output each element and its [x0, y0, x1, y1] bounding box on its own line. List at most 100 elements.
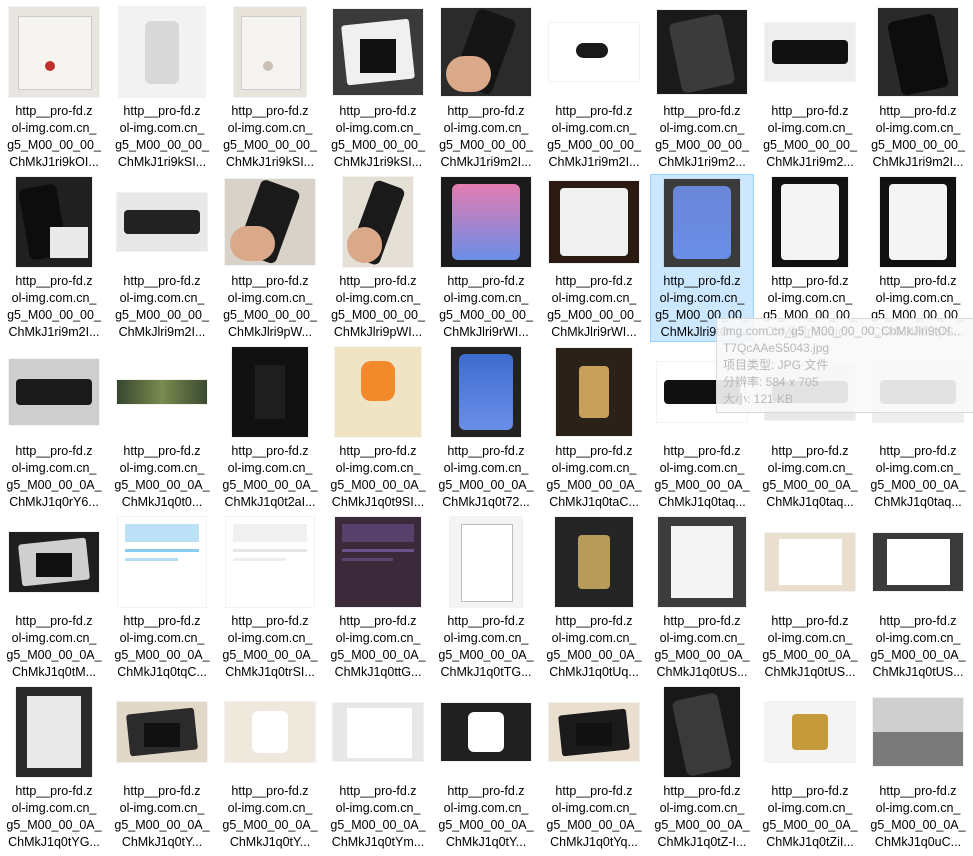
file-item[interactable]: http__pro-fd.z ol-img.com.cn_ g5_M00_00_00…	[326, 174, 430, 342]
file-name-line: http__pro-fd.z	[339, 444, 417, 458]
file-item[interactable]: http__pro-fd.z ol-img.com.cn_ g5_M00_00_0A…	[434, 514, 538, 682]
file-item[interactable]: http__pro-fd.z ol-img.com.cn_ g5_M00_00_0A…	[434, 684, 538, 852]
file-item[interactable]: http__pro-fd.z ol-img.com.cn_ g5_M00_00_00…	[434, 174, 538, 342]
image-thumbnail	[549, 23, 639, 81]
file-item[interactable]: http__pro-fd.z ol-img.com.cn_ g5_M00_00_0A…	[218, 684, 322, 852]
file-item[interactable]: http__pro-fd.z ol-img.com.cn_ g5_M00_00_00…	[650, 174, 754, 342]
file-name: http__pro-fd.z ol-img.com.cn_ g5_M00_00_0A…	[326, 613, 430, 681]
file-item[interactable]: http__pro-fd.z ol-img.com.cn_ g5_M00_00_0A…	[110, 684, 214, 852]
file-item[interactable]: http__pro-fd.z ol-img.com.cn_ g5_M00_00_0A…	[650, 344, 754, 512]
file-item[interactable]: http__pro-fd.z ol-img.com.cn_ g5_M00_00_0A…	[650, 514, 754, 682]
file-item[interactable]: http__pro-fd.z ol-img.com.cn_ g5_M00_00_00…	[2, 174, 106, 342]
image-thumbnail	[765, 533, 855, 591]
file-item[interactable]: http__pro-fd.z ol-img.com.cn_ g5_M00_00_00…	[542, 174, 646, 342]
file-name-line: http__pro-fd.z	[879, 614, 957, 628]
file-item[interactable]: http__pro-fd.z ol-img.com.cn_ g5_M00_00_0A…	[218, 344, 322, 512]
file-name-line: ol-img.com.cn_	[335, 461, 421, 475]
file-item[interactable]: http__pro-fd.z ol-img.com.cn_ g5_M00_00_0A…	[110, 344, 214, 512]
file-name-line: ChMkJlri9rWI...	[443, 325, 529, 339]
file-item[interactable]: http__pro-fd.z ol-img.com.cn_ g5_M00_00_0A…	[542, 684, 646, 852]
file-item[interactable]: http__pro-fd.z ol-img.com.cn_ g5_M00_00_00…	[110, 4, 214, 172]
file-item[interactable]: http__pro-fd.z ol-img.com.cn_ g5_M00_00_00…	[326, 4, 430, 172]
thumbnail-shape	[671, 526, 733, 598]
file-item[interactable]: http__pro-fd.z ol-img.com.cn_ g5_M00_00_0A…	[2, 514, 106, 682]
image-thumbnail	[441, 177, 531, 267]
file-item[interactable]: http__pro-fd.z ol-img.com.cn_ g5_M00_00_00…	[218, 174, 322, 342]
file-item[interactable]: http__pro-fd.z ol-img.com.cn_ g5_M00_00_00…	[542, 4, 646, 172]
file-name-line: g5_M00_00_0A_	[870, 478, 966, 492]
file-name-line: g5_M00_00_00_	[223, 138, 317, 152]
file-name-line: ol-img.com.cn_	[875, 121, 961, 135]
file-item[interactable]: http__pro-fd.z ol-img.com.cn_ g5_M00_00_0A…	[758, 344, 862, 512]
file-name-line: ol-img.com.cn_	[659, 631, 745, 645]
file-item[interactable]: http__pro-fd.z ol-img.com.cn_ g5_M00_00_0A…	[218, 514, 322, 682]
file-item[interactable]: http__pro-fd.z ol-img.com.cn_ g5_M00_00_0A…	[866, 514, 970, 682]
file-item[interactable]: http__pro-fd.z ol-img.com.cn_ g5_M00_00_0A…	[326, 344, 430, 512]
file-item[interactable]: http__pro-fd.z ol-img.com.cn_ g5_M00_00_0A…	[2, 684, 106, 852]
file-name: http__pro-fd.z ol-img.com.cn_ g5_M00_00_00…	[650, 103, 754, 171]
thumbnail-frame	[436, 174, 536, 270]
file-item[interactable]: http__pro-fd.z ol-img.com.cn_ g5_M00_00_00…	[2, 4, 106, 172]
file-item[interactable]: http__pro-fd.z ol-img.com.cn_ g5_M00_00_0A…	[434, 344, 538, 512]
thumbnail-shape	[341, 557, 394, 561]
thumbnail-frame	[4, 4, 104, 100]
file-item[interactable]: http__pro-fd.z ol-img.com.cn_ g5_M00_00_0A…	[866, 684, 970, 852]
file-name-line: ol-img.com.cn_	[119, 801, 205, 815]
file-item[interactable]: http__pro-fd.z ol-img.com.cn_ g5_M00_00_0A…	[2, 344, 106, 512]
file-item[interactable]: http__pro-fd.z ol-img.com.cn_ g5_M00_00_00…	[758, 4, 862, 172]
file-item[interactable]: http__pro-fd.z ol-img.com.cn_ g5_M00_00_00…	[434, 4, 538, 172]
file-item[interactable]: http__pro-fd.z ol-img.com.cn_ g5_M00_00_0A…	[110, 514, 214, 682]
file-item[interactable]: http__pro-fd.z ol-img.com.cn_ g5_M00_00_0A…	[542, 514, 646, 682]
file-item[interactable]: http__pro-fd.z ol-img.com.cn_ g5_M00_00_00…	[866, 4, 970, 172]
file-name-line: g5_M00_00_0A_	[6, 478, 102, 492]
file-item[interactable]: http__pro-fd.z ol-img.com.cn_ g5_M00_00_00…	[866, 174, 970, 342]
file-item[interactable]: http__pro-fd.z ol-img.com.cn_ g5_M00_00_0A…	[650, 684, 754, 852]
file-name-line: g5_M00_00_00_	[439, 308, 533, 322]
thumbnail-shape	[445, 56, 491, 92]
file-name: http__pro-fd.z ol-img.com.cn_ g5_M00_00_0A…	[110, 443, 214, 511]
thumbnail-frame	[544, 684, 644, 780]
file-name-line: http__pro-fd.z	[123, 274, 201, 288]
file-item[interactable]: http__pro-fd.z ol-img.com.cn_ g5_M00_00_0A…	[542, 344, 646, 512]
image-thumbnail	[234, 7, 306, 97]
file-item[interactable]: http__pro-fd.z ol-img.com.cn_ g5_M00_00_0A…	[326, 514, 430, 682]
file-name-line: http__pro-fd.z	[879, 104, 957, 118]
file-name-line: g5_M00_00_0A_	[654, 478, 750, 492]
file-name-line: ChMkJ1q0tYm...	[331, 835, 425, 849]
file-name-line: g5_M00_00_00_	[871, 138, 965, 152]
image-thumbnail	[450, 517, 522, 607]
file-name: http__pro-fd.z ol-img.com.cn_ g5_M00_00_0A…	[434, 443, 538, 511]
file-item[interactable]: http__pro-fd.z ol-img.com.cn_ g5_M00_00_00…	[650, 4, 754, 172]
file-name: http__pro-fd.z ol-img.com.cn_ g5_M00_00_00…	[326, 273, 430, 341]
image-thumbnail	[118, 517, 206, 607]
thumbnail-shape	[468, 711, 504, 753]
file-name-line: ol-img.com.cn_	[659, 801, 745, 815]
file-item[interactable]: http__pro-fd.z ol-img.com.cn_ g5_M00_00_0A…	[758, 684, 862, 852]
thumbnail-frame	[652, 175, 752, 270]
file-item[interactable]: http__pro-fd.z ol-img.com.cn_ g5_M00_00_0A…	[326, 684, 430, 852]
file-name-line: g5_M00_00_0A_	[546, 648, 642, 662]
file-item[interactable]: http__pro-fd.z ol-img.com.cn_ g5_M00_00_00…	[110, 174, 214, 342]
image-thumbnail	[9, 7, 99, 97]
file-name-line: ChMkJ1q0tM...	[11, 665, 97, 679]
file-name-line: ChMkJ1q0uC...	[874, 835, 962, 849]
file-name-line: ChMkJ1ri9m2I...	[872, 155, 964, 169]
file-name: http__pro-fd.z ol-img.com.cn_ g5_M00_00_0A…	[650, 613, 754, 681]
file-name: http__pro-fd.z ol-img.com.cn_ g5_M00_00_00…	[110, 103, 214, 171]
thumbnail-frame	[4, 174, 104, 270]
file-name-line: ol-img.com.cn_	[11, 461, 97, 475]
image-thumbnail	[232, 347, 308, 437]
file-item[interactable]: http__pro-fd.z ol-img.com.cn_ g5_M00_00_0A…	[758, 514, 862, 682]
file-name-line: g5_M00_00_0A_	[762, 648, 858, 662]
file-item[interactable]: http__pro-fd.z ol-img.com.cn_ g5_M00_00_0A…	[866, 344, 970, 512]
file-item[interactable]: http__pro-fd.z ol-img.com.cn_ g5_M00_00_00…	[218, 4, 322, 172]
image-thumbnail	[16, 687, 92, 777]
thumbnail-shape	[27, 696, 81, 768]
file-item[interactable]: http__pro-fd.z ol-img.com.cn_ g5_M00_00_00…	[758, 174, 862, 342]
thumbnail-frame	[220, 174, 320, 270]
thumbnail-grid: http__pro-fd.z ol-img.com.cn_ g5_M00_00_00…	[0, 0, 973, 854]
thumbnail-frame	[436, 344, 536, 440]
file-name-line: ol-img.com.cn_	[11, 291, 97, 305]
file-name-line: ChMkJ1q0tUS...	[764, 665, 856, 679]
file-name-line: ol-img.com.cn_	[551, 291, 637, 305]
